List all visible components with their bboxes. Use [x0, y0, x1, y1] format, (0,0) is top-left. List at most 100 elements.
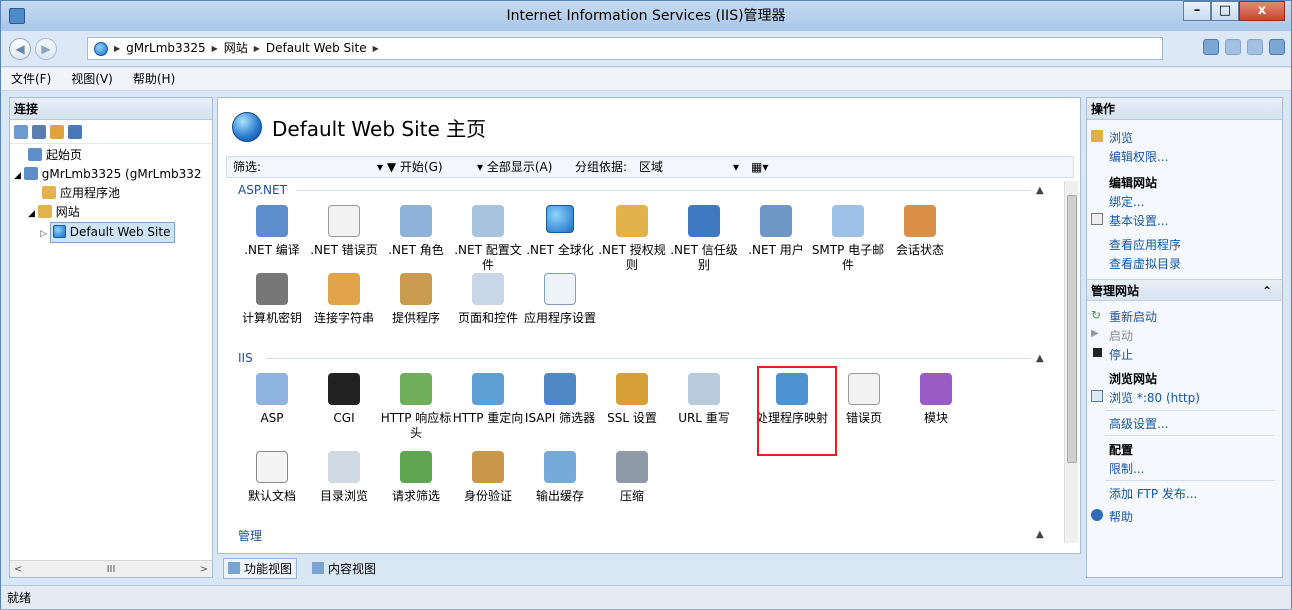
feature-session-state[interactable]: 会话状态	[882, 205, 958, 258]
action-basic-settings[interactable]: 基本设置...	[1109, 212, 1168, 229]
collapse-iis-icon[interactable]: ▲	[1036, 353, 1044, 364]
feature-asp[interactable]: ASP	[234, 373, 310, 426]
feature-isapi-filters[interactable]: ISAPI 筛选器	[522, 373, 598, 426]
collapse-icon[interactable]: ⌃	[1262, 280, 1272, 302]
action-advanced-settings[interactable]: 高级设置...	[1109, 415, 1168, 432]
save-icon[interactable]	[32, 124, 46, 139]
connect-icon[interactable]	[1203, 39, 1219, 55]
tab-features-view[interactable]: 功能视图	[223, 557, 298, 579]
menu-help[interactable]: 帮助(H)	[133, 68, 175, 90]
feature-net-globalization[interactable]: .NET 全球化	[522, 205, 598, 258]
connect-icon[interactable]	[14, 124, 28, 139]
tree-app-pools[interactable]: 应用程序池	[10, 184, 212, 203]
action-restart[interactable]: 重新启动	[1109, 308, 1157, 325]
scroll-thumb[interactable]: III	[107, 564, 116, 575]
scroll-thumb[interactable]	[1067, 195, 1077, 463]
collapse-aspnet-icon[interactable]: ▲	[1036, 185, 1044, 196]
action-add-ftp[interactable]: 添加 FTP 发布...	[1109, 485, 1197, 502]
feature-authentication[interactable]: 身份验证	[450, 451, 526, 504]
show-all-button[interactable]: ▾ 全部显示(A)	[477, 157, 552, 177]
iis-window: Internet Information Services (IIS)管理器 –…	[0, 0, 1292, 609]
feature-pages-controls[interactable]: 页面和控件	[450, 273, 526, 326]
modules-icon	[920, 373, 952, 405]
feature-net-profile[interactable]: .NET 配置文件	[450, 205, 526, 273]
feature-cgi[interactable]: CGI	[306, 373, 382, 426]
crumb-sites[interactable]: 网站	[224, 38, 248, 59]
start-filter-button[interactable]: ▾ ▼ 开始(G)	[377, 157, 443, 177]
feature-net-authorization[interactable]: .NET 授权规则	[594, 205, 670, 273]
feature-label: .NET 角色	[388, 243, 444, 257]
horizontal-scrollbar[interactable]: < III >	[10, 560, 212, 577]
action-browse-80[interactable]: 浏览 *:80 (http)	[1109, 389, 1200, 406]
breadcrumb[interactable]: ▶ gMrLmb3325 ▶ 网站 ▶ Default Web Site ▶	[87, 37, 1163, 60]
feature-label: 默认文档	[247, 489, 296, 503]
groupby-select[interactable]: 区域	[639, 157, 663, 177]
feature-net-error-pages[interactable]: .NET 错误页	[306, 205, 382, 258]
collapse-manage-icon[interactable]: ▲	[1036, 529, 1044, 540]
feature-request-filtering[interactable]: 请求筛选	[378, 451, 454, 504]
action-limits[interactable]: 限制...	[1109, 460, 1144, 477]
tree-default-site[interactable]: ▷ Default Web Site	[10, 222, 212, 243]
tab-content-view[interactable]: 内容视图	[307, 558, 381, 579]
feature-net-roles[interactable]: .NET 角色	[378, 205, 454, 258]
feature-providers[interactable]: 提供程序	[378, 273, 454, 326]
home-icon[interactable]	[1247, 39, 1263, 55]
back-button[interactable]: ◀	[9, 38, 31, 60]
stop-icon[interactable]	[1225, 39, 1241, 55]
globe-icon	[94, 41, 108, 56]
action-bindings[interactable]: 绑定...	[1109, 193, 1144, 210]
feature-directory-browsing[interactable]: 目录浏览	[306, 451, 382, 504]
crumb-server[interactable]: gMrLmb3325	[126, 38, 205, 59]
action-edit-permissions[interactable]: 编辑权限...	[1109, 148, 1168, 165]
menu-view[interactable]: 视图(V)	[71, 68, 113, 90]
feature-http-headers[interactable]: HTTP 响应标头	[378, 373, 454, 441]
tree-server[interactable]: ◢ gMrLmb3325 (gMrLmb332	[10, 165, 212, 184]
separator	[1105, 435, 1275, 436]
delete-connection-icon[interactable]	[68, 124, 82, 139]
users-icon	[760, 205, 792, 237]
up-icon[interactable]	[50, 124, 64, 139]
scroll-right-icon[interactable]: >	[200, 564, 208, 575]
feature-modules[interactable]: 模块	[898, 373, 974, 426]
feature-http-redirect[interactable]: HTTP 重定向	[450, 373, 526, 426]
features-view-icon	[228, 562, 240, 574]
separator	[1105, 410, 1275, 411]
feature-net-trust[interactable]: .NET 信任级别	[666, 205, 742, 273]
feature-smtp[interactable]: SMTP 电子邮件	[810, 205, 886, 273]
feature-default-document[interactable]: 默认文档	[234, 451, 310, 504]
crumb-site[interactable]: Default Web Site	[266, 38, 367, 59]
feature-net-compile[interactable]: .NET 编译	[234, 205, 310, 258]
feature-label: .NET 错误页	[310, 243, 378, 257]
maximize-button[interactable]: □	[1211, 1, 1239, 21]
feature-ssl[interactable]: SSL 设置	[594, 373, 670, 426]
forward-button[interactable]: ▶	[35, 38, 57, 60]
feature-label: 身份验证	[463, 489, 512, 503]
feature-url-rewrite[interactable]: URL 重写	[666, 373, 742, 426]
action-help[interactable]: 帮助	[1109, 508, 1133, 525]
action-view-applications[interactable]: 查看应用程序	[1109, 236, 1181, 253]
tree-sites[interactable]: ◢ 网站	[10, 203, 212, 222]
feature-output-cache[interactable]: 输出缓存	[522, 451, 598, 504]
error-page-icon	[328, 205, 360, 237]
menu-file[interactable]: 文件(F)	[11, 68, 51, 90]
feature-net-users[interactable]: .NET 用户	[738, 205, 814, 258]
vertical-scrollbar[interactable]	[1064, 181, 1078, 543]
tree-start-page[interactable]: 起始页	[10, 146, 212, 165]
feature-compression[interactable]: 压缩	[594, 451, 670, 504]
action-edit-site-header: 编辑网站	[1109, 176, 1158, 190]
minimize-button[interactable]: –	[1183, 1, 1211, 21]
action-stop[interactable]: 停止	[1109, 346, 1133, 363]
status-text: 就绪	[7, 591, 32, 605]
feature-app-settings[interactable]: 应用程序设置	[522, 273, 598, 326]
scroll-left-icon[interactable]: <	[14, 564, 22, 575]
groupby-dropdown-icon[interactable]: ▾	[733, 157, 739, 177]
feature-connection-strings[interactable]: 连接字符串	[306, 273, 382, 326]
action-view-vdirs[interactable]: 查看虚拟目录	[1109, 255, 1181, 272]
help-icon[interactable]	[1269, 39, 1285, 55]
close-button[interactable]: x	[1239, 1, 1285, 21]
action-browse[interactable]: 浏览	[1109, 129, 1133, 146]
view-mode-icon[interactable]: ▦▾	[751, 157, 768, 177]
feature-machine-key[interactable]: 计算机密钥	[234, 273, 310, 326]
feature-error-pages[interactable]: 错误页	[826, 373, 902, 426]
tree-label: gMrLmb3325 (gMrLmb332	[41, 167, 202, 181]
